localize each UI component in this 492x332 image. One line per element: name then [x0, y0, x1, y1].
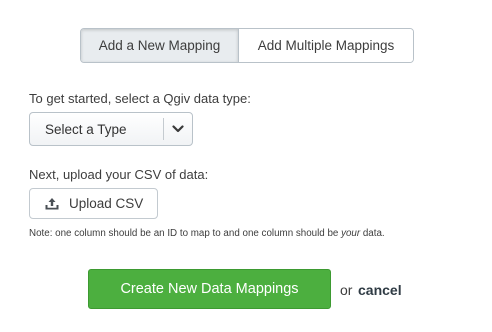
tab-add-multiple-mappings[interactable]: Add Multiple Mappings — [238, 29, 413, 62]
upload-csv-label: Upload CSV — [69, 196, 144, 211]
create-mappings-button[interactable]: Create New Data Mappings — [88, 269, 331, 309]
data-type-select-value: Select a Type — [45, 121, 127, 137]
tab-add-new-mapping[interactable]: Add a New Mapping — [81, 29, 238, 62]
mapping-form: Add a New Mapping Add Multiple Mappings … — [0, 0, 492, 332]
mapping-mode-toggle: Add a New Mapping Add Multiple Mappings — [80, 28, 414, 63]
upload-prompt: Next, upload your CSV of data: — [29, 167, 209, 182]
data-type-prompt: To get started, select a Qgiv data type: — [29, 91, 251, 106]
upload-note: Note: one column should be an ID to map … — [29, 228, 385, 239]
cancel-link[interactable]: cancel — [358, 282, 402, 298]
note-text-before: Note: one column should be an ID to map … — [29, 228, 342, 239]
note-emphasis: your — [341, 228, 361, 239]
or-text: or — [340, 282, 353, 298]
upload-csv-button[interactable]: Upload CSV — [29, 188, 158, 219]
upload-icon — [44, 197, 60, 211]
note-text-after: data. — [360, 228, 385, 239]
data-type-select[interactable]: Select a Type — [29, 112, 193, 146]
chevron-down-icon — [164, 125, 192, 133]
